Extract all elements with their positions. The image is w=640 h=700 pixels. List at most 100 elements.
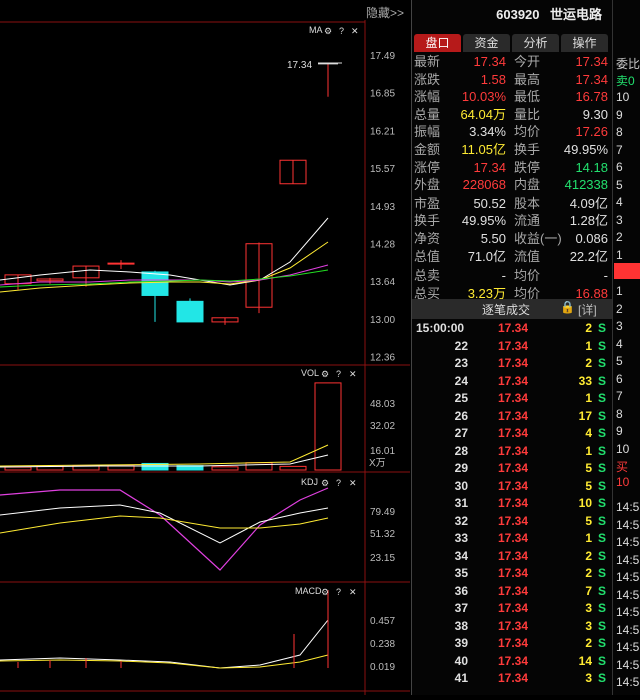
- tab-zijin[interactable]: 资金: [463, 34, 510, 52]
- trade-side: S: [597, 513, 606, 528]
- trade-side: S: [597, 548, 606, 563]
- trade-price: 17.34: [498, 391, 529, 405]
- trade-volume: 2: [585, 356, 592, 370]
- quote-value: 49.95%: [461, 213, 506, 229]
- lock-icon[interactable]: 🔒: [560, 300, 575, 314]
- price-tick-label: 13.64: [370, 277, 395, 288]
- trade-volume: 2: [585, 636, 592, 650]
- quote-label: 涨停: [414, 159, 441, 175]
- trade-side: S: [597, 408, 606, 423]
- trade-time: 32: [454, 513, 468, 528]
- trade-volume: 2: [585, 321, 592, 335]
- quote-label: 总量: [414, 106, 441, 122]
- buy-level: 4: [616, 336, 623, 351]
- candles-group: [4, 63, 338, 325]
- quote-value: 3.34%: [469, 124, 506, 140]
- trade-time: 36: [454, 583, 468, 598]
- trade-volume: 1: [585, 391, 592, 405]
- trade-row: 29 17.34 5 S: [412, 460, 612, 478]
- help-icon: ?: [336, 478, 341, 488]
- trades-title: 逐笔成交: [482, 303, 531, 317]
- trade-row: 26 17.34 17 S: [412, 408, 612, 426]
- trade-price: 17.34: [498, 653, 529, 668]
- quote-row: 换手 49.95% 流通 1.28亿: [414, 212, 610, 230]
- trade-price: 17.34: [498, 373, 529, 388]
- tab-caozuo[interactable]: 操作: [561, 34, 608, 52]
- trade-row: 38 17.34 3 S: [412, 618, 612, 636]
- quote-row: 振幅 3.34% 均价 17.26: [414, 123, 610, 141]
- quote-row: 涨停 17.34 跌停 14.18: [414, 159, 610, 177]
- price-tick-label: 16.21: [370, 126, 395, 137]
- kdj-lines-group: [0, 487, 329, 571]
- time-cell: 14:5: [616, 552, 640, 567]
- kdj-d-line: [0, 515, 329, 534]
- quote-value: 17.34: [575, 71, 608, 87]
- macd-pane-controls[interactable]: ⚙ ? ✕: [321, 587, 357, 597]
- trade-price: 17.34: [498, 566, 529, 580]
- quote-label: 换手: [514, 142, 541, 157]
- quote-value: 11.05亿: [461, 142, 506, 157]
- buy-level: 5: [616, 354, 623, 368]
- candle-body: [141, 271, 169, 296]
- time-cell: 14:5: [616, 675, 640, 689]
- quote-label: 股本: [514, 195, 541, 211]
- tab-fenxi[interactable]: 分析: [512, 34, 559, 52]
- quote-label: 今开: [514, 54, 541, 69]
- quote-panel: 603920 世运电路 盘口 资金 分析 操作 最新 17.34 今开 17.34 涨跌…: [411, 0, 612, 695]
- trade-row: 41 17.34 3 S: [412, 670, 612, 688]
- quote-label: 流通: [514, 213, 541, 229]
- trade-row: 36 17.34 7 S: [412, 583, 612, 601]
- price-marker: [614, 263, 640, 279]
- quote-label: 振幅: [414, 124, 441, 140]
- quote-value: 10.03%: [461, 89, 506, 105]
- tab-pankou[interactable]: 盘口: [414, 34, 461, 52]
- trades-header: 逐笔成交 🔒 [详]: [412, 299, 612, 319]
- gear-icon: ⚙: [321, 587, 329, 597]
- sell-level: 7: [616, 142, 623, 157]
- sell-level: 6: [616, 160, 623, 174]
- kline-chart-svg[interactable]: 17.49 16.85 16.21 15.57 14.93 14.28 13.64 13.00…: [0, 0, 410, 695]
- close-icon: ✕: [351, 26, 359, 36]
- trade-time: 15:00:00: [416, 321, 465, 335]
- price-tick-label: 17.49: [370, 51, 395, 62]
- trades-detail-button[interactable]: [详]: [578, 301, 597, 318]
- kline-chart[interactable]: 17.49 16.85 16.21 15.57 14.93 14.28 13.64 13.00…: [0, 0, 410, 695]
- trade-side: S: [597, 373, 606, 388]
- stock-header: 603920 世运电路: [412, 0, 612, 30]
- trade-side: S: [597, 583, 606, 598]
- trade-volume: 5: [585, 461, 592, 475]
- time-cell: 14:5: [616, 517, 640, 532]
- trade-time: 33: [454, 531, 468, 545]
- trade-time: 30: [454, 478, 468, 493]
- macd-lines-group: [0, 590, 329, 669]
- trade-row: 27 17.34 4 S: [412, 425, 612, 443]
- hide-panel-button[interactable]: 隐藏>>: [366, 4, 410, 22]
- price-tick-label: 16.85: [370, 89, 395, 100]
- trade-price: 17.34: [498, 356, 529, 370]
- vol-pane-controls[interactable]: ⚙ ? ✕: [321, 369, 357, 379]
- time-cell: 14:5: [616, 570, 640, 584]
- trade-side: S: [597, 461, 606, 475]
- quote-value: 228068: [462, 177, 506, 193]
- trade-price: 17.34: [498, 601, 529, 615]
- quote-label: 内盘: [514, 177, 541, 193]
- sell-level: 4: [616, 195, 623, 209]
- kdj-pane-controls[interactable]: ⚙ ? ✕: [321, 478, 357, 488]
- ma-pane-controls[interactable]: ⚙ ? ✕: [324, 26, 359, 36]
- trade-price: 17.34: [498, 618, 529, 633]
- quote-value: 64.04万: [460, 106, 506, 122]
- buy-level: 10: [616, 441, 630, 456]
- trade-volume: 17: [578, 408, 592, 423]
- volume-bar: [211, 466, 239, 471]
- close-icon: ✕: [349, 587, 357, 597]
- trade-row: 24 17.34 33 S: [412, 373, 612, 391]
- trade-side: S: [597, 671, 606, 685]
- trade-side: S: [597, 531, 606, 545]
- trade-row: 15:00:00 17.34 2 S: [412, 320, 612, 338]
- volume-bar: [279, 465, 307, 471]
- trade-price: 17.34: [498, 408, 529, 423]
- volume-bar: [245, 462, 273, 471]
- order-book-column: 委比 卖0 10 9 8 7 6 5 4 3 2 1 1 2 3 4 5 6 7 8 9 10 买10 14:5 14…: [612, 0, 640, 695]
- trade-time: 38: [454, 618, 468, 633]
- trade-side: S: [597, 636, 606, 650]
